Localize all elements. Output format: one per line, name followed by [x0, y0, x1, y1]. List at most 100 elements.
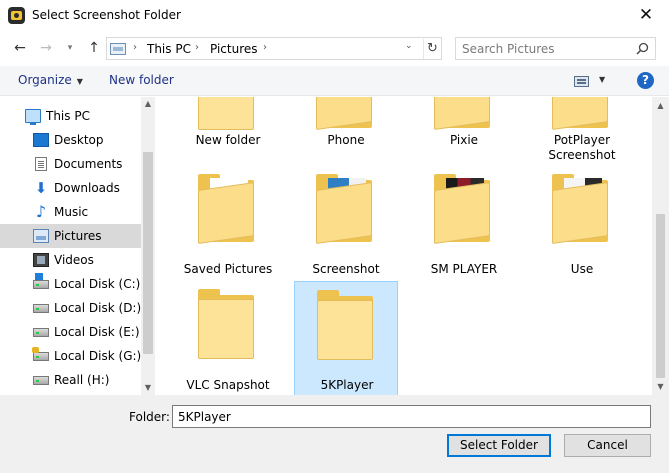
folder-view: New folder Phone Pixie PotPlayer Screens… [157, 97, 669, 395]
scroll-down-arrow-icon[interactable]: ▼ [141, 381, 155, 395]
sidebar-item-this-pc[interactable]: This PC [0, 104, 141, 128]
folder-tile-use[interactable]: Use [530, 168, 634, 283]
sidebar-item-local-disk-c[interactable]: Local Disk (C:) [0, 272, 141, 296]
folder-view-scrollbar[interactable]: ▲ ▼ [652, 97, 669, 395]
navigation-scrollbar-thumb[interactable] [143, 152, 153, 354]
sidebar-item-label: Documents [54, 157, 123, 171]
sidebar-item-reall-h[interactable]: Reall (H:) [0, 368, 141, 392]
breadcrumb-this-pc[interactable]: This PC [147, 42, 191, 56]
sidebar-item-label: Downloads [54, 181, 120, 195]
drive-icon [33, 376, 49, 385]
new-folder-button[interactable]: New folder [109, 73, 174, 87]
drive-icon [33, 304, 49, 313]
sidebar-item-local-disk-e[interactable]: Local Disk (E:) [0, 320, 141, 344]
sidebar-item-downloads[interactable]: ⬇ Downloads [0, 176, 141, 200]
folder-label: Pixie [449, 133, 479, 147]
dialog-footer: Folder: Select Folder Cancel [0, 395, 669, 473]
folder-tile-new-folder[interactable]: New folder [176, 97, 280, 163]
folder-icon [198, 174, 258, 246]
sidebar-item-label: Reall (H:) [54, 373, 110, 387]
sidebar-item-label: Local Disk (D:) [54, 301, 142, 315]
breadcrumb-separator[interactable]: › [195, 42, 199, 53]
folder-tile-potplayer-screenshot[interactable]: PotPlayer Screenshot [530, 97, 634, 163]
back-arrow-icon[interactable]: ← [10, 38, 30, 58]
navigation-bar: ← → ▾ ↑ › This PC › Pictures › ⌄ ↻ [0, 32, 669, 64]
folder-icon [317, 290, 377, 362]
download-arrow-icon: ⬇ [34, 179, 48, 197]
sidebar-item-label: Desktop [54, 133, 104, 147]
view-options-icon [574, 76, 589, 87]
sidebar-item-label: Music [54, 205, 89, 219]
breadcrumb-separator[interactable]: › [263, 42, 267, 53]
forward-arrow-icon[interactable]: → [36, 38, 56, 58]
folder-label: Phone [327, 133, 365, 147]
folder-label: PotPlayer Screenshot [548, 133, 616, 162]
folder-tile-pixie[interactable]: Pixie [412, 97, 516, 163]
film-icon [33, 253, 49, 267]
command-toolbar: Organize ▼ New folder ▼ ? [0, 66, 669, 96]
search-icon[interactable] [636, 42, 649, 55]
breadcrumb-separator[interactable]: › [133, 42, 137, 53]
close-button[interactable]: ✕ [623, 0, 669, 32]
system-drive-icon [33, 273, 49, 289]
folder-label: VLC Snapshot [186, 378, 270, 392]
drive-icon [33, 328, 49, 337]
sidebar-item-documents[interactable]: Documents [0, 152, 141, 176]
sidebar-item-label: Pictures [54, 229, 102, 243]
scroll-down-arrow-icon[interactable]: ▼ [652, 378, 669, 395]
cancel-button[interactable]: Cancel [564, 434, 651, 457]
search-input[interactable] [462, 41, 632, 56]
organize-label: Organize [18, 73, 72, 87]
sidebar-item-pictures[interactable]: Pictures [0, 224, 141, 248]
folder-name-field[interactable] [172, 405, 651, 428]
sidebar-item-label: This PC [46, 109, 90, 123]
sidebar-item-label: Local Disk (C:) [54, 277, 141, 291]
window-title: Select Screenshot Folder [32, 8, 181, 22]
sidebar-item-local-disk-g[interactable]: Local Disk (G:) [0, 344, 141, 368]
change-view-button[interactable]: ▼ [574, 73, 608, 89]
sidebar-item-music[interactable]: ♪ Music [0, 200, 141, 224]
organize-button[interactable]: Organize ▼ [18, 73, 83, 87]
folder-icon [316, 97, 376, 132]
folder-view-scrollbar-thumb[interactable] [656, 214, 665, 378]
address-dropdown-icon[interactable]: ⌄ [405, 41, 413, 51]
select-folder-button[interactable]: Select Folder [447, 434, 551, 457]
folder-tile-phone[interactable]: Phone [294, 97, 398, 163]
help-icon[interactable]: ? [637, 72, 654, 89]
address-bar[interactable]: › This PC › Pictures › ⌄ ↻ [106, 37, 442, 60]
folder-icon [198, 289, 258, 361]
folder-tile-5kplayer[interactable]: 5KPlayer [294, 281, 398, 395]
music-note-icon: ♪ [35, 202, 47, 221]
scroll-up-arrow-icon[interactable]: ▲ [141, 97, 155, 111]
desktop-folder-icon [33, 133, 49, 147]
folder-tile-sm-player[interactable]: SM PLAYER [412, 168, 516, 283]
folder-field-label: Folder: [129, 410, 170, 424]
search-box[interactable] [455, 37, 656, 60]
folder-label: Use [570, 262, 594, 276]
breadcrumb-pictures[interactable]: Pictures [210, 42, 258, 56]
locked-drive-icon [32, 347, 49, 361]
folder-icon [198, 97, 258, 132]
folder-label: SM PLAYER [430, 262, 498, 276]
sidebar-item-local-disk-d[interactable]: Local Disk (D:) [0, 296, 141, 320]
folder-icon [434, 97, 494, 132]
pictures-icon [33, 229, 49, 243]
folder-label: Screenshot [312, 262, 380, 276]
app-camera-icon [8, 7, 25, 24]
sidebar-item-label: Local Disk (E:) [54, 325, 140, 339]
folder-icon [552, 97, 612, 132]
folder-label: New folder [195, 133, 261, 147]
recent-locations-chevron-icon[interactable]: ▾ [60, 38, 80, 58]
folder-tile-vlc-snapshot[interactable]: VLC Snapshot [176, 283, 280, 395]
navigation-scrollbar[interactable]: ▲ ▼ [141, 97, 155, 395]
sidebar-item-videos[interactable]: Videos [0, 248, 141, 272]
pictures-location-icon [110, 43, 126, 55]
up-arrow-icon[interactable]: ↑ [84, 38, 104, 58]
folder-icon [552, 174, 612, 246]
refresh-icon[interactable]: ↻ [423, 39, 441, 59]
sidebar-item-desktop[interactable]: Desktop [0, 128, 141, 152]
scroll-up-arrow-icon[interactable]: ▲ [652, 97, 669, 114]
folder-tile-saved-pictures[interactable]: Saved Pictures [176, 168, 280, 283]
folder-label: 5KPlayer [320, 378, 374, 392]
folder-tile-screenshot[interactable]: Screenshot [294, 168, 398, 283]
